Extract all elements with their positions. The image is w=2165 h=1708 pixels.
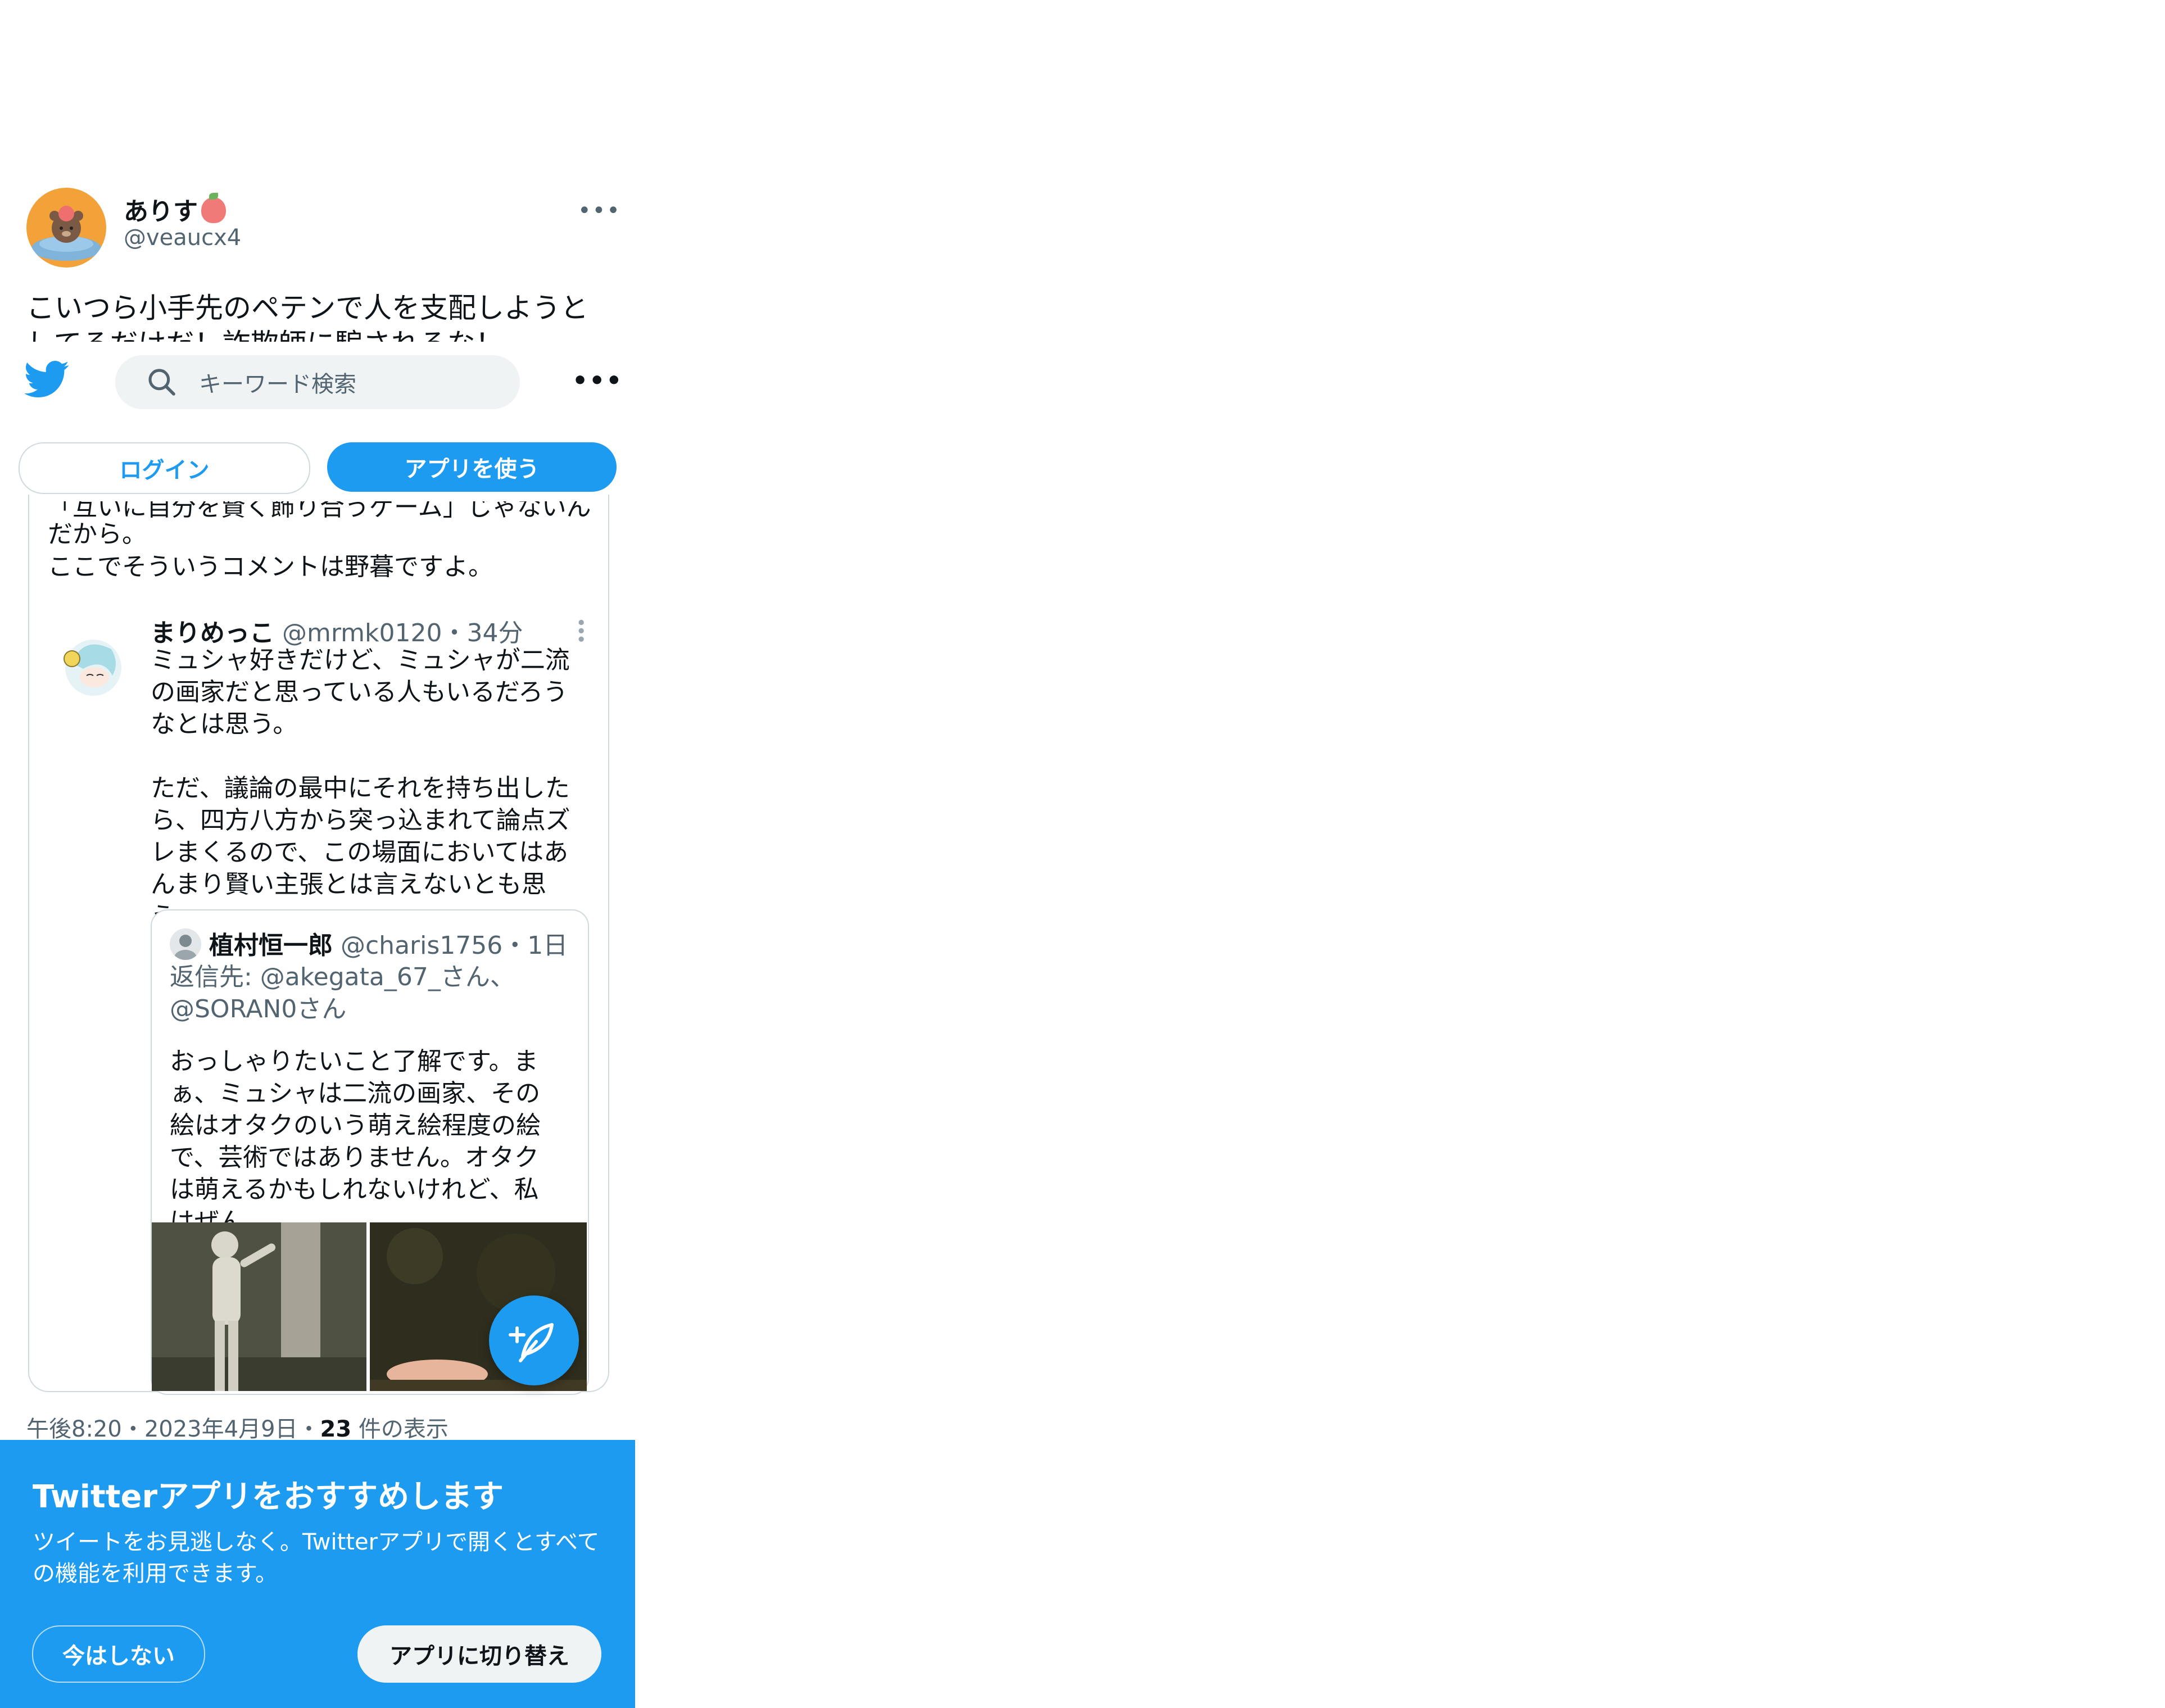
- twitter-bird-icon[interactable]: [24, 360, 70, 399]
- nested-author-name: 植村恒一郎: [209, 931, 333, 960]
- compose-tweet-button[interactable]: [489, 1295, 579, 1385]
- views-label: 件の表示: [351, 1416, 449, 1442]
- use-app-button[interactable]: アプリを使う: [327, 442, 617, 492]
- reply-author-name: まりめっこ: [151, 619, 274, 647]
- author-display-name[interactable]: ありす: [124, 191, 226, 227]
- tweet-text: こいつら小手先のペテンで人を支配しようとしてるだけだ！詐欺師に騙されるな！: [26, 292, 588, 342]
- quoted-text-line: ここでそういうコメントは野暮ですよ。: [48, 552, 493, 581]
- quoted-text-cut-line: 「互いに自分を賢く飾り合うゲーム」じゃないん: [48, 501, 591, 518]
- nested-body: おっしゃりたいこと了解です。まぁ、ミュシャは二流の画家、その絵はオタクのいう萌え…: [170, 1047, 541, 1236]
- promo-description: ツイートをお見逃しなく。Twitterアプリで開くとすべての機能を利用できます。: [33, 1529, 600, 1587]
- quoted-tweet-text: 「互いに自分を賢く飾り合うゲーム」じゃないん だから。 ここでそういうコメントは…: [48, 501, 599, 583]
- anime-avatar-icon: [64, 640, 121, 696]
- login-button[interactable]: ログイン: [19, 442, 310, 494]
- reply-more-icon[interactable]: •••: [570, 617, 591, 642]
- reply-author-avatar: [49, 624, 134, 708]
- bear-avatar-icon: [31, 206, 101, 261]
- nested-handle-time: @charis1756・1日: [333, 931, 568, 960]
- not-now-button[interactable]: 今はしない: [32, 1625, 205, 1683]
- quoted-text-line: だから。: [48, 520, 147, 549]
- search-box[interactable]: キーワード検索: [115, 355, 520, 409]
- nested-reply-to: 返信先: @akegata_67_さん、@SORAN0さん: [170, 963, 515, 1023]
- promo-title: Twitterアプリをおすすめします: [33, 1479, 504, 1515]
- peach-icon: [201, 193, 226, 223]
- reply-handle-time: @mrmk0120・34分: [274, 619, 523, 647]
- statue-photo-icon: [152, 1222, 366, 1391]
- person-avatar-icon: [170, 928, 201, 960]
- switch-to-app-button[interactable]: アプリに切り替え: [357, 1625, 601, 1683]
- statue-image[interactable]: [152, 1222, 366, 1391]
- tweet-more-icon[interactable]: •••: [578, 198, 621, 224]
- author-handle[interactable]: @veaucx4: [124, 225, 241, 251]
- nested-author-avatar: [170, 928, 201, 960]
- topbar-more-icon[interactable]: •••: [572, 366, 623, 395]
- search-icon: [146, 366, 178, 398]
- views-count: 23: [320, 1416, 352, 1442]
- reply-body: ミュシャ好きだけど、ミュシャが二流の画家だと思っている人もいるだろうなとは思う。…: [151, 646, 570, 931]
- tweet-timestamp: 午後8:20・2023年4月9日・: [26, 1416, 320, 1442]
- compose-feather-icon: [509, 1323, 554, 1362]
- author-name-text: ありす: [124, 197, 198, 226]
- nested-header[interactable]: 植村恒一郎 @charis1756・1日: [209, 925, 568, 961]
- author-avatar[interactable]: [26, 188, 106, 268]
- search-placeholder: キーワード検索: [199, 371, 356, 397]
- reply-header[interactable]: まりめっこ @mrmk0120・34分: [151, 613, 523, 649]
- tweet-meta: 午後8:20・2023年4月9日・23 件の表示: [26, 1411, 449, 1443]
